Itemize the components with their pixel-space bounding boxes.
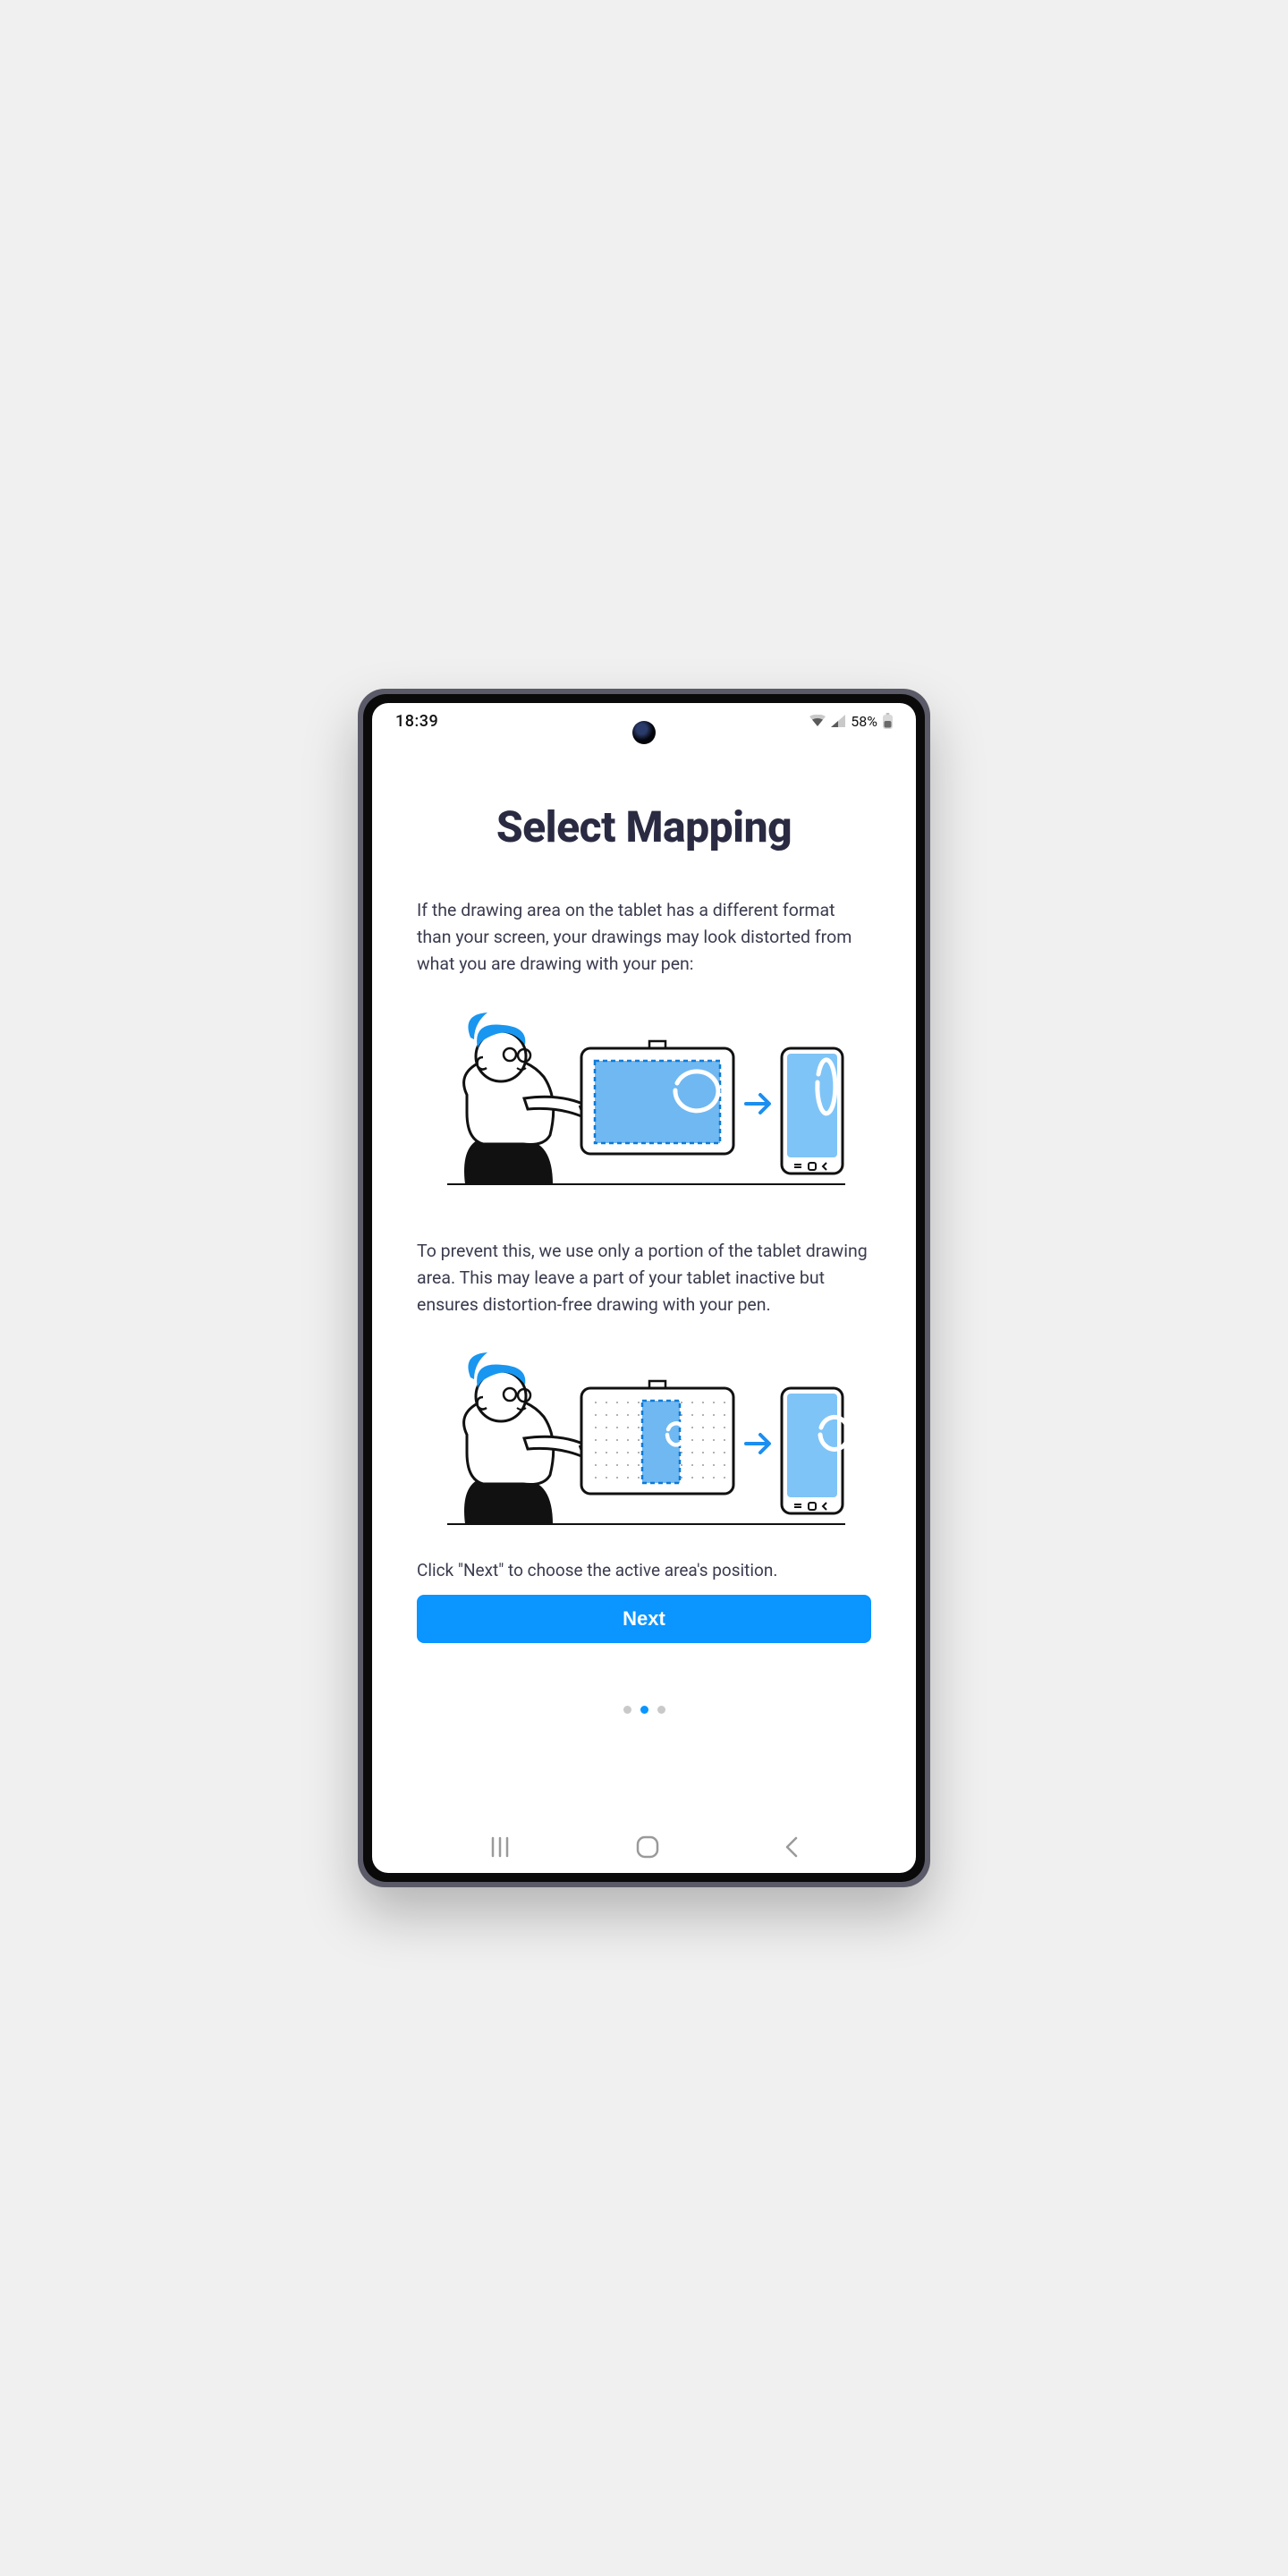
battery-icon bbox=[883, 713, 893, 729]
pager-dot-0 bbox=[623, 1706, 631, 1714]
battery-percentage: 58% bbox=[851, 713, 877, 730]
signal-icon bbox=[831, 715, 845, 727]
wifi-icon bbox=[809, 715, 826, 727]
illustration-correct-mapping bbox=[417, 1345, 871, 1533]
recents-icon[interactable] bbox=[487, 1836, 513, 1858]
pager-dot-2 bbox=[657, 1706, 665, 1714]
screen: 18:39 58% Select Mapping If the drawing … bbox=[372, 703, 916, 1873]
front-camera bbox=[632, 721, 656, 744]
status-time: 18:39 bbox=[395, 712, 438, 731]
description-paragraph-2: To prevent this, we use only a portion o… bbox=[417, 1238, 871, 1319]
device-bezel: 18:39 58% Select Mapping If the drawing … bbox=[363, 694, 925, 1882]
next-button[interactable]: Next bbox=[417, 1595, 871, 1643]
back-icon[interactable] bbox=[783, 1835, 801, 1859]
device-frame: 18:39 58% Select Mapping If the drawing … bbox=[358, 689, 930, 1887]
home-icon[interactable] bbox=[636, 1835, 659, 1859]
status-indicators: 58% bbox=[809, 713, 893, 730]
pager-dot-1 bbox=[640, 1706, 648, 1714]
description-paragraph-1: If the drawing area on the tablet has a … bbox=[417, 897, 871, 979]
cta-instruction: Click "Next" to choose the active area's… bbox=[417, 1560, 871, 1580]
content-area: Select Mapping If the drawing area on th… bbox=[372, 739, 916, 1714]
illustration-distorted-mapping bbox=[417, 1005, 871, 1193]
page-title: Select Mapping bbox=[417, 801, 871, 852]
system-nav-bar bbox=[372, 1835, 916, 1859]
page-indicator bbox=[417, 1706, 871, 1714]
